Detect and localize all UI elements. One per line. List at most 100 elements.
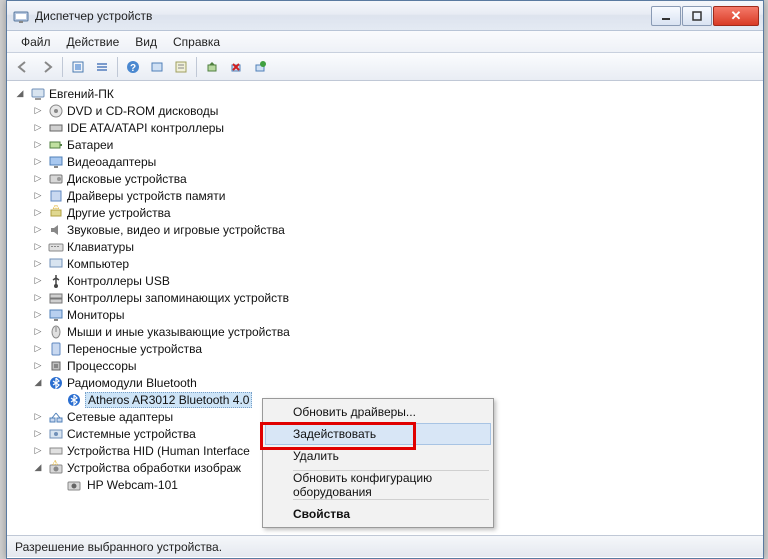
category-label: Другие устройства xyxy=(67,206,171,220)
tree-category[interactable]: ▷⚠Другие устройства xyxy=(9,204,761,221)
menu-help[interactable]: Справка xyxy=(165,33,228,51)
tree-category[interactable]: ▷ Компьютер xyxy=(9,255,761,272)
tree-category[interactable]: ▷ Клавиатуры xyxy=(9,238,761,255)
minimize-button[interactable] xyxy=(651,6,681,26)
tree-category[interactable]: ▷ Звуковые, видео и игровые устройства xyxy=(9,221,761,238)
titlebar[interactable]: Диспетчер устройств ✕ xyxy=(7,1,763,31)
usb-icon xyxy=(48,273,64,289)
expand-icon[interactable]: ◢ xyxy=(31,462,45,473)
expand-icon[interactable]: ▷ xyxy=(31,190,45,201)
expand-icon[interactable]: ▷ xyxy=(31,411,45,422)
cpu-icon xyxy=(48,358,64,374)
category-label: DVD и CD-ROM дисководы xyxy=(67,104,218,118)
context-menu: Обновить драйверы... Задействовать Удали… xyxy=(262,398,494,528)
tree-category[interactable]: ▷Мониторы xyxy=(9,306,761,323)
hid-icon xyxy=(48,443,64,459)
menu-action[interactable]: Действие xyxy=(59,33,128,51)
ctx-scan-hardware[interactable]: Обновить конфигурацию оборудования xyxy=(265,474,491,496)
svg-text:?: ? xyxy=(130,63,136,74)
category-label: Клавиатуры xyxy=(67,240,134,254)
menu-view[interactable]: Вид xyxy=(127,33,165,51)
statusbar: Разрешение выбранного устройства. xyxy=(7,535,763,557)
category-label: Сетевые адаптеры xyxy=(67,410,173,424)
mouse-icon xyxy=(48,324,64,340)
expand-icon[interactable]: ▷ xyxy=(31,343,45,354)
ctx-update-drivers[interactable]: Обновить драйверы... xyxy=(265,401,491,423)
expand-icon[interactable]: ▷ xyxy=(31,445,45,456)
expand-icon[interactable]: ▷ xyxy=(31,275,45,286)
camera-icon xyxy=(66,477,82,493)
uninstall-button[interactable] xyxy=(225,56,247,78)
category-label: Переносные устройства xyxy=(67,342,202,356)
update-driver-button[interactable] xyxy=(201,56,223,78)
tree-category[interactable]: ▷ Дисковые устройства xyxy=(9,170,761,187)
category-label: Дисковые устройства xyxy=(67,172,187,186)
category-label: Видеоадаптеры xyxy=(67,155,156,169)
memdriver-icon xyxy=(48,188,64,204)
enable-button[interactable] xyxy=(249,56,271,78)
tree-category[interactable]: ▷ Мыши и иные указывающие устройства xyxy=(9,323,761,340)
tree-category[interactable]: ▷ Батареи xyxy=(9,136,761,153)
app-icon xyxy=(13,8,29,24)
keyboard-icon xyxy=(48,239,64,255)
bluetooth-icon xyxy=(48,375,64,391)
forward-button[interactable] xyxy=(36,56,58,78)
imaging-icon: ⚠ xyxy=(48,460,64,476)
expand-icon[interactable]: ▷ xyxy=(31,428,45,439)
tree-category[interactable]: ▷ Контроллеры USB xyxy=(9,272,761,289)
tree-category[interactable]: ▷ Контроллеры запоминающих устройств xyxy=(9,289,761,306)
system-icon xyxy=(48,426,64,442)
expand-icon[interactable]: ▷ xyxy=(31,241,45,252)
computer-icon xyxy=(48,256,64,272)
tree-root[interactable]: ◢ Евгений-ПК xyxy=(9,85,761,102)
expand-icon[interactable]: ▷ xyxy=(31,224,45,235)
back-button[interactable] xyxy=(12,56,34,78)
collapse-icon[interactable]: ◢ xyxy=(13,88,27,99)
category-label: Мыши и иные указывающие устройства xyxy=(67,325,290,339)
tree-category[interactable]: ▷IDE ATA/ATAPI контроллеры xyxy=(9,119,761,136)
expand-icon[interactable]: ▷ xyxy=(31,139,45,150)
tree-category[interactable]: ◢ Радиомодули Bluetooth xyxy=(9,374,761,391)
expand-icon[interactable]: ▷ xyxy=(31,122,45,133)
ctx-properties[interactable]: Свойства xyxy=(265,503,491,525)
category-label: Радиомодули Bluetooth xyxy=(67,376,197,390)
category-label: Звуковые, видео и игровые устройства xyxy=(67,223,285,237)
expand-icon[interactable]: ▷ xyxy=(31,258,45,269)
tree-category[interactable]: ▷Драйверы устройств памяти xyxy=(9,187,761,204)
menu-file[interactable]: Файл xyxy=(13,33,59,51)
other-icon: ⚠ xyxy=(48,205,64,221)
category-label: Батареи xyxy=(67,138,113,152)
help-button[interactable]: ? xyxy=(122,56,144,78)
ctx-delete[interactable]: Удалить xyxy=(265,445,491,467)
category-label: Компьютер xyxy=(67,257,129,271)
show-hidden-button[interactable] xyxy=(67,56,89,78)
window-title: Диспетчер устройств xyxy=(35,9,650,23)
expand-icon[interactable]: ◢ xyxy=(31,377,45,388)
tree-category[interactable]: ▷ DVD и CD-ROM дисководы xyxy=(9,102,761,119)
category-label: Устройства обработки изображ xyxy=(67,461,241,475)
expand-icon[interactable]: ▷ xyxy=(31,309,45,320)
tree-category[interactable]: ▷Процессоры xyxy=(9,357,761,374)
tree-category[interactable]: ▷ Переносные устройства xyxy=(9,340,761,357)
expand-icon[interactable]: ▷ xyxy=(31,173,45,184)
expand-icon[interactable]: ▷ xyxy=(31,360,45,371)
expand-icon[interactable]: ▷ xyxy=(31,207,45,218)
scan-button[interactable] xyxy=(146,56,168,78)
close-button[interactable]: ✕ xyxy=(713,6,759,26)
display-icon xyxy=(48,154,64,170)
properties-button[interactable] xyxy=(170,56,192,78)
monitor-icon xyxy=(48,307,64,323)
details-button[interactable] xyxy=(91,56,113,78)
expand-icon[interactable]: ▷ xyxy=(31,105,45,116)
category-label: Контроллеры запоминающих устройств xyxy=(67,291,289,305)
toolbar: ? xyxy=(7,53,763,81)
maximize-button[interactable] xyxy=(682,6,712,26)
category-label: Контроллеры USB xyxy=(67,274,170,288)
tree-category[interactable]: ▷ Видеоадаптеры xyxy=(9,153,761,170)
ctx-separator xyxy=(293,499,489,500)
device-label: HP Webcam-101 xyxy=(85,478,180,492)
ctx-enable[interactable]: Задействовать xyxy=(265,423,491,445)
expand-icon[interactable]: ▷ xyxy=(31,292,45,303)
expand-icon[interactable]: ▷ xyxy=(31,326,45,337)
expand-icon[interactable]: ▷ xyxy=(31,156,45,167)
